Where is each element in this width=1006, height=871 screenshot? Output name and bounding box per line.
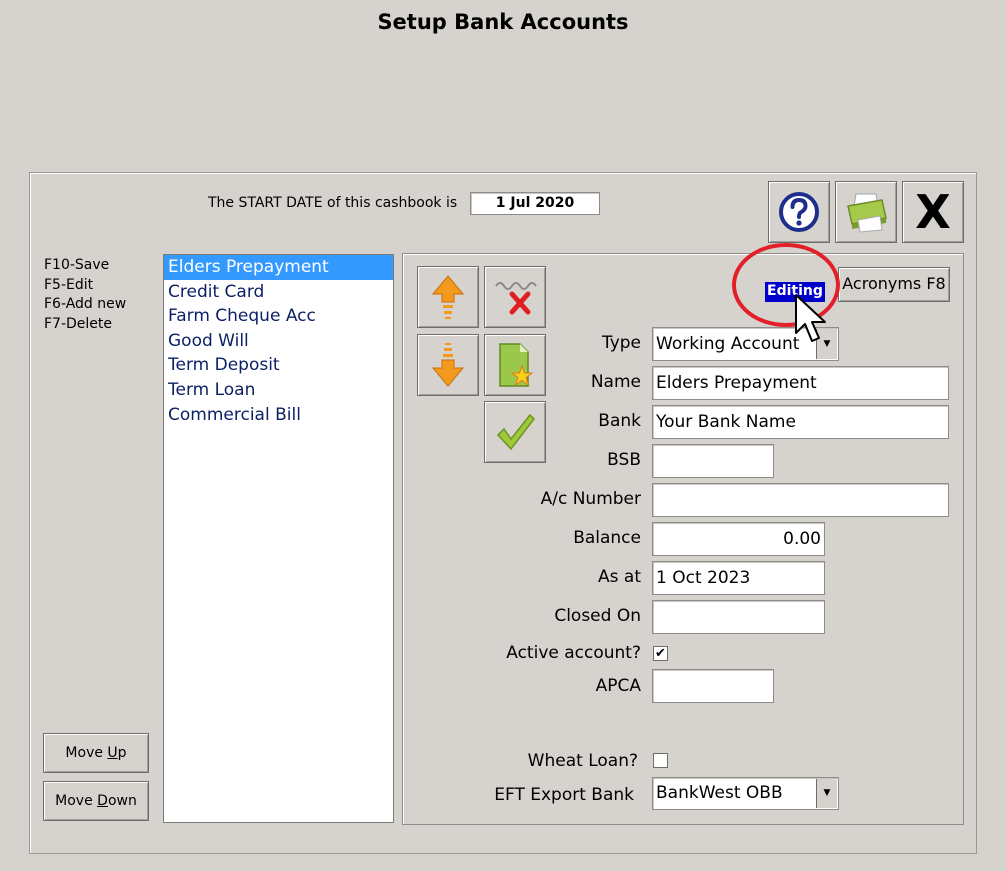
move-up-button[interactable]: Move Up xyxy=(43,733,149,773)
help-button[interactable] xyxy=(768,181,830,243)
bsb-label: BSB xyxy=(607,450,641,470)
as-at-field[interactable]: 1 Oct 2023 xyxy=(652,561,825,595)
eft-export-bank-combo[interactable]: BankWest OBB ▼ xyxy=(652,777,839,810)
active-account-label: Active account? xyxy=(506,643,641,663)
close-button[interactable]: X xyxy=(902,181,964,243)
account-number-label: A/c Number xyxy=(540,489,641,509)
chevron-down-icon[interactable]: ▼ xyxy=(816,779,837,808)
shortcut-hints: F10-Save F5-Edit F6-Add new F7-Delete xyxy=(44,256,126,334)
close-icon: X xyxy=(915,185,951,239)
apca-label: APCA xyxy=(595,676,641,696)
account-list-item[interactable]: Commercial Bill xyxy=(164,403,393,428)
type-value: Working Account xyxy=(656,334,800,354)
move-up-label: Move Up xyxy=(65,745,127,761)
eft-export-bank-label: EFT Export Bank xyxy=(494,785,634,805)
page-title: Setup Bank Accounts xyxy=(377,10,629,34)
name-field[interactable]: Elders Prepayment xyxy=(652,366,949,400)
wheat-loan-label: Wheat Loan? xyxy=(527,751,638,771)
move-record-up-button[interactable] xyxy=(417,266,479,328)
wheat-loan-checkbox[interactable] xyxy=(653,753,668,768)
account-list-item[interactable]: Elders Prepayment xyxy=(164,255,393,280)
account-list-item[interactable]: Farm Cheque Acc xyxy=(164,304,393,329)
closed-on-label: Closed On xyxy=(554,606,641,626)
mouse-cursor-icon xyxy=(795,294,826,342)
bsb-field[interactable] xyxy=(652,444,774,478)
cancel-edit-button[interactable] xyxy=(484,266,546,328)
account-list-item[interactable]: Term Deposit xyxy=(164,353,393,378)
closed-on-field[interactable] xyxy=(652,600,825,634)
move-down-button[interactable]: Move Down xyxy=(43,781,149,821)
balance-field[interactable]: 0.00 xyxy=(652,522,825,556)
bank-label: Bank xyxy=(598,411,641,431)
account-list-item[interactable]: Good Will xyxy=(164,329,393,354)
account-list-item[interactable]: Credit Card xyxy=(164,280,393,305)
shortcut-edit: F5-Edit xyxy=(44,276,94,293)
shortcut-delete: F7-Delete xyxy=(44,315,113,332)
shortcut-save: F10-Save xyxy=(44,257,110,273)
move-down-label: Move Down xyxy=(55,793,137,809)
apca-field[interactable] xyxy=(652,669,774,703)
balance-label: Balance xyxy=(573,528,641,548)
acronyms-button[interactable]: Acronyms F8 xyxy=(838,267,950,302)
account-list-item[interactable]: Term Loan xyxy=(164,378,393,403)
eft-export-bank-value: BankWest OBB xyxy=(656,783,783,803)
as-at-label: As at xyxy=(598,567,641,587)
help-icon xyxy=(779,192,819,232)
printer-icon xyxy=(847,193,887,233)
account-number-field[interactable] xyxy=(652,483,949,517)
account-list[interactable]: Elders Prepayment Credit Card Farm Chequ… xyxy=(163,254,394,823)
type-label: Type xyxy=(601,333,641,353)
name-label: Name xyxy=(590,372,641,392)
shortcut-add-new: F6-Add new xyxy=(44,296,127,312)
start-date-label: The START DATE of this cashbook is xyxy=(208,195,458,211)
active-account-checkbox[interactable]: ✔ xyxy=(653,646,668,661)
bank-field[interactable]: Your Bank Name xyxy=(652,405,949,439)
print-button[interactable] xyxy=(835,181,897,243)
cancel-icon xyxy=(495,282,537,315)
arrow-up-icon xyxy=(431,275,465,319)
start-date-field[interactable]: 1 Jul 2020 xyxy=(470,192,600,215)
